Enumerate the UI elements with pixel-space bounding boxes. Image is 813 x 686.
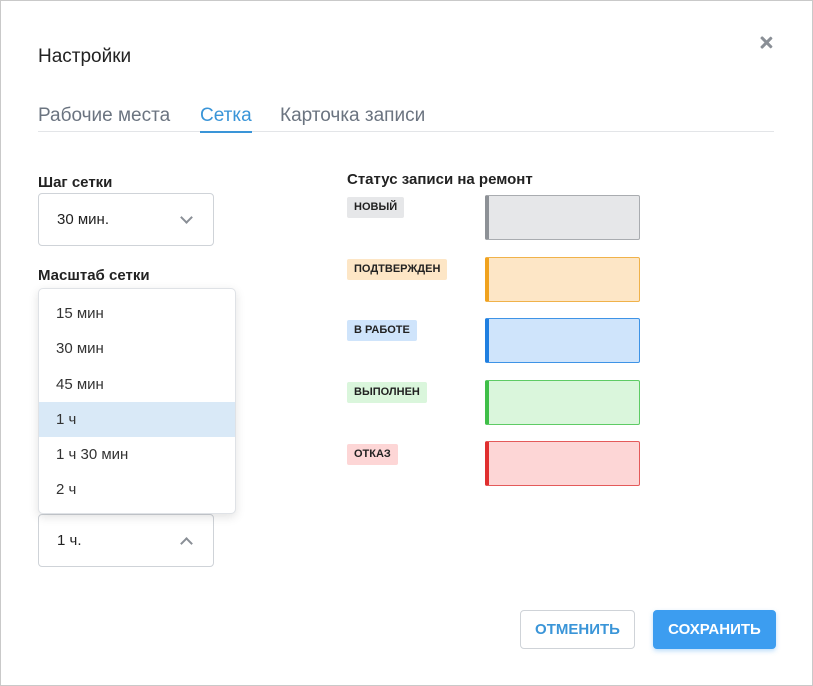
grid-scale-label: Масштаб сетки — [38, 267, 150, 284]
status-badge-in-progress: В РАБОТЕ — [347, 320, 417, 341]
status-color-in-progress[interactable] — [485, 318, 640, 363]
grid-scale-option-selected[interactable]: 1 ч — [39, 402, 235, 437]
grid-scale-option[interactable]: 30 мин — [39, 331, 235, 366]
tab-grid[interactable]: Сетка — [200, 105, 252, 133]
status-badge-new: НОВЫЙ — [347, 197, 405, 218]
grid-scale-option[interactable]: 45 мин — [39, 367, 235, 402]
grid-scale-option[interactable]: 1 ч 30 мин — [39, 437, 235, 472]
settings-dialog: Настройки Рабочие места Сетка Карточка з… — [0, 0, 813, 686]
grid-scale-dropdown: 15 мин 30 мин 45 мин 1 ч 1 ч 30 мин 2 ч — [38, 288, 236, 514]
status-color-confirmed[interactable] — [485, 257, 640, 302]
cancel-button[interactable]: ОТМЕНИТЬ — [520, 610, 635, 649]
dialog-title: Настройки — [38, 46, 132, 67]
save-button[interactable]: СОХРАНИТЬ — [653, 610, 776, 649]
grid-step-value: 30 мин. — [57, 211, 109, 228]
status-badge-done: ВЫПОЛНЕН — [347, 382, 427, 403]
status-badge-rejected: ОТКАЗ — [347, 444, 398, 465]
tab-record-card[interactable]: Карточка записи — [280, 105, 425, 131]
chevron-up-icon — [180, 537, 193, 550]
grid-step-label: Шаг сетки — [38, 174, 113, 191]
status-color-done[interactable] — [485, 380, 640, 425]
grid-step-select[interactable]: 30 мин. — [38, 193, 214, 246]
grid-scale-value: 1 ч. — [57, 532, 82, 549]
tab-bar: Рабочие места Сетка Карточка записи — [38, 105, 774, 133]
status-color-new[interactable] — [485, 195, 640, 240]
status-badge-confirmed: ПОДТВЕРЖДЕН — [347, 259, 448, 280]
status-color-rejected[interactable] — [485, 441, 640, 486]
status-title: Статус записи на ремонт — [347, 171, 533, 188]
grid-scale-option[interactable]: 15 мин — [39, 296, 235, 331]
grid-scale-option[interactable]: 2 ч — [39, 472, 235, 507]
grid-scale-select[interactable]: 1 ч. — [38, 514, 214, 567]
tab-workplaces[interactable]: Рабочие места — [38, 105, 170, 131]
chevron-down-icon — [180, 211, 193, 224]
close-icon[interactable] — [755, 32, 777, 54]
